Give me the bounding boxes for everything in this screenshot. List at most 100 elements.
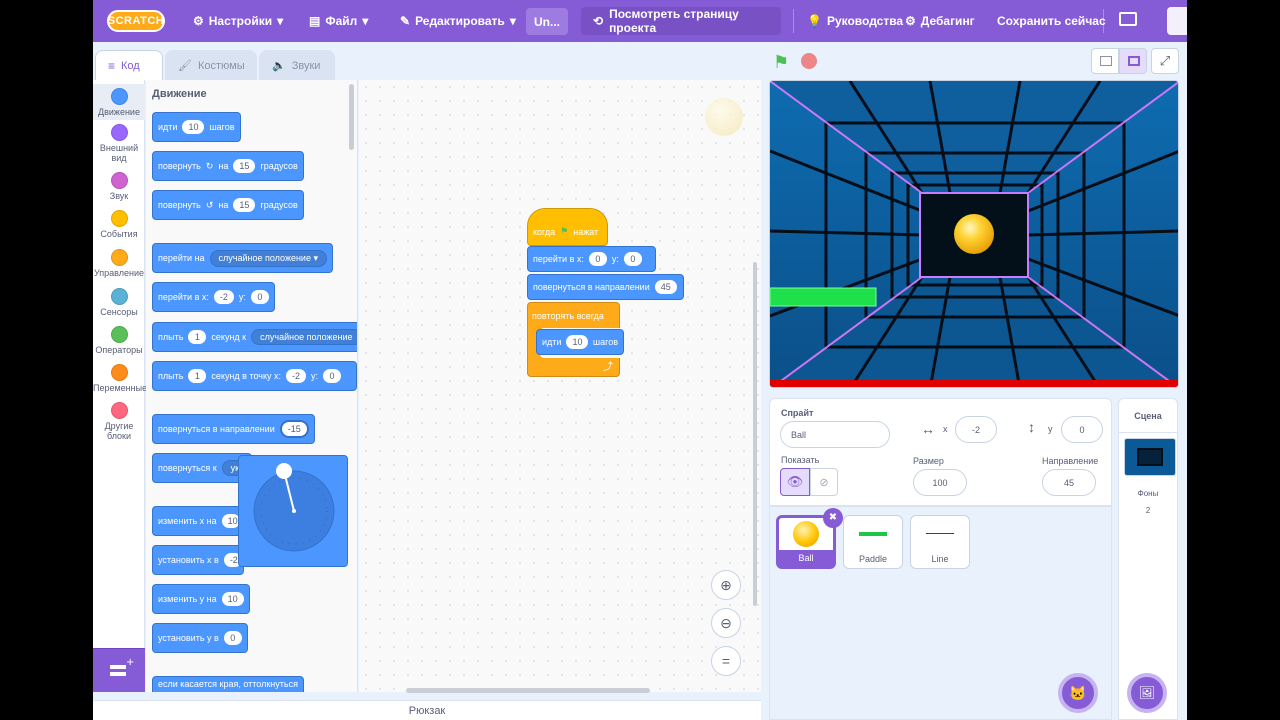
ball-sprite[interactable] <box>954 214 994 254</box>
stop-button[interactable] <box>801 53 817 69</box>
line-sprite[interactable] <box>770 380 1179 388</box>
account-avatar[interactable] <box>1167 7 1187 35</box>
bug-icon: ⚙ <box>905 14 916 28</box>
script-move-steps[interactable]: идти 10 шагов <box>536 329 624 355</box>
small-stage-button[interactable] <box>1091 48 1119 74</box>
settings-menu[interactable]: ⚙ Настройки ▾ <box>193 0 283 42</box>
block-input[interactable]: 0 <box>323 369 342 383</box>
tab-costumes[interactable]: 🖌 Костюмы <box>165 50 257 80</box>
stage-selector[interactable]: Сцена Фоны 2 🖼 <box>1118 398 1178 720</box>
category-motion[interactable]: Движение <box>93 84 145 120</box>
sprite-thumb-ball[interactable]: Ball ✖ <box>776 508 843 569</box>
block-input[interactable]: 15 <box>233 198 256 212</box>
zoom-reset-button[interactable]: = <box>711 646 741 676</box>
block-turn-left[interactable]: повернуть ↺ на 15 градусов <box>152 190 304 220</box>
stage[interactable] <box>769 80 1179 388</box>
add-backdrop-button[interactable]: 🖼 <box>1127 673 1167 713</box>
block-input[interactable]: 0 <box>623 252 642 266</box>
paddle-sprite[interactable] <box>770 287 877 307</box>
category-sensing[interactable]: Сенсоры <box>93 288 145 317</box>
scratch-logo[interactable]: SCRATCH <box>107 10 165 32</box>
category-looks[interactable]: Внешний вид <box>93 124 145 163</box>
block-input[interactable]: 1 <box>188 330 207 344</box>
category-control[interactable]: Управление <box>93 249 145 278</box>
hide-sprite-button[interactable]: ⊘ <box>810 468 838 496</box>
large-stage-button[interactable] <box>1119 48 1147 74</box>
block-input[interactable]: -2 <box>286 369 307 383</box>
zoom-out-button[interactable]: ⊖ <box>711 608 741 638</box>
block-input[interactable]: 45 <box>654 280 677 294</box>
block-set-y[interactable]: установить у в 0 <box>152 623 248 653</box>
block-set-x[interactable]: установить х в -2 <box>152 545 244 575</box>
tab-sounds-label: Звуки <box>291 59 321 72</box>
block-input[interactable]: 10 <box>182 120 205 134</box>
x-input[interactable]: -2 <box>955 416 997 443</box>
block-glide-xy[interactable]: плыть 1 секунд в точку x: -2 y: 0 <box>152 361 357 391</box>
block-dropdown[interactable]: случайное положение <box>251 329 357 345</box>
direction-input[interactable]: 45 <box>1042 469 1096 496</box>
block-goto-xy[interactable]: перейти в x: -2 y: 0 <box>152 282 275 312</box>
block-dropdown[interactable]: случайное положение ▾ <box>209 249 327 267</box>
sprite-name-input[interactable]: Ball <box>780 421 890 448</box>
see-project-page-button[interactable]: ⟲ Посмотреть страницу проекта <box>581 7 781 35</box>
delete-sprite-button[interactable]: ✖ <box>823 508 843 528</box>
tab-code[interactable]: ≡ Код <box>95 50 163 81</box>
block-input[interactable]: -15 <box>279 420 309 438</box>
my-stuff-folder-icon[interactable] <box>1119 12 1137 26</box>
script-hat-green-flag[interactable]: когда ⚑ нажат <box>527 208 608 246</box>
category-variables[interactable]: Переменные <box>93 364 147 393</box>
block-turn-right[interactable]: повернуть ↻ на 15 градусов <box>152 151 304 181</box>
save-now-button[interactable]: Сохранить сейчас <box>997 0 1106 42</box>
debugging-label: Дебагинг <box>920 14 975 28</box>
add-extension-button[interactable]: + <box>93 648 145 692</box>
block-change-y[interactable]: изменить у на 10 <box>152 584 250 614</box>
edit-menu[interactable]: ✎ Редактировать ▾ <box>400 0 516 42</box>
block-point-towards[interactable]: повернуться к ук <box>152 453 252 483</box>
project-title-input[interactable]: Un... <box>526 8 568 35</box>
block-change-x[interactable]: изменить х на 10 <box>152 506 244 536</box>
block-input[interactable]: 1 <box>188 369 207 383</box>
add-sprite-button[interactable]: 🐱 <box>1058 673 1098 713</box>
tutorials-button[interactable]: 💡 Руководства <box>807 0 903 42</box>
block-input[interactable]: 10 <box>566 335 588 349</box>
line-thumbnail <box>926 533 954 534</box>
zoom-in-icon: ⊕ <box>720 576 732 593</box>
category-events[interactable]: События <box>93 210 145 239</box>
block-input[interactable]: 10 <box>221 592 244 606</box>
tab-sounds[interactable]: 🔈 Звуки <box>259 50 335 80</box>
file-menu[interactable]: ▤ Файл ▾ <box>309 0 368 42</box>
sprite-thumb-paddle[interactable]: Paddle <box>843 515 903 569</box>
block-input[interactable]: 10 <box>221 514 240 528</box>
category-sound[interactable]: Звук <box>93 172 145 201</box>
block-input[interactable]: 0 <box>588 252 607 266</box>
extension-icon: + <box>110 657 134 676</box>
y-input[interactable]: 0 <box>1061 416 1103 443</box>
palette-scrollbar[interactable] <box>349 84 354 150</box>
fullscreen-button[interactable]: ⤢ <box>1151 48 1179 74</box>
workspace-horizontal-scrollbar[interactable] <box>406 688 650 693</box>
size-input[interactable]: 100 <box>913 469 967 496</box>
backpack-bar[interactable]: Рюкзак <box>93 700 761 720</box>
script-goto-xy[interactable]: перейти в x: 0 y: 0 <box>527 246 656 272</box>
script-point-direction[interactable]: повернуться в направлении 45 <box>527 274 684 300</box>
block-bounce[interactable]: если касается края, оттолкнуться <box>152 676 304 692</box>
workspace-vertical-scrollbar[interactable] <box>753 262 757 606</box>
block-input[interactable]: 15 <box>233 159 256 173</box>
direction-dial-popup[interactable] <box>238 455 348 567</box>
zoom-in-button[interactable]: ⊕ <box>711 570 741 600</box>
block-input[interactable]: -2 <box>213 290 234 304</box>
block-point-direction[interactable]: повернуться в направлении -15 <box>152 414 315 444</box>
category-my-blocks[interactable]: Другие блоки <box>93 402 145 441</box>
green-flag-button[interactable]: ⚑ <box>773 52 789 73</box>
sprite-thumb-line[interactable]: Line <box>910 515 970 569</box>
block-move-steps[interactable]: идти 10 шагов <box>152 112 241 142</box>
show-sprite-button[interactable]: 👁 <box>780 468 810 496</box>
script-workspace[interactable] <box>359 80 761 692</box>
block-input[interactable]: 0 <box>223 631 242 645</box>
block-glide[interactable]: плыть 1 секунд к случайное положение <box>152 322 357 352</box>
svg-text:+: + <box>126 657 134 668</box>
category-operators[interactable]: Операторы <box>93 326 145 355</box>
debugging-button[interactable]: ⚙ Дебагинг <box>905 0 975 42</box>
block-input[interactable]: 0 <box>250 290 269 304</box>
block-goto[interactable]: перейти на случайное положение ▾ <box>152 243 333 273</box>
